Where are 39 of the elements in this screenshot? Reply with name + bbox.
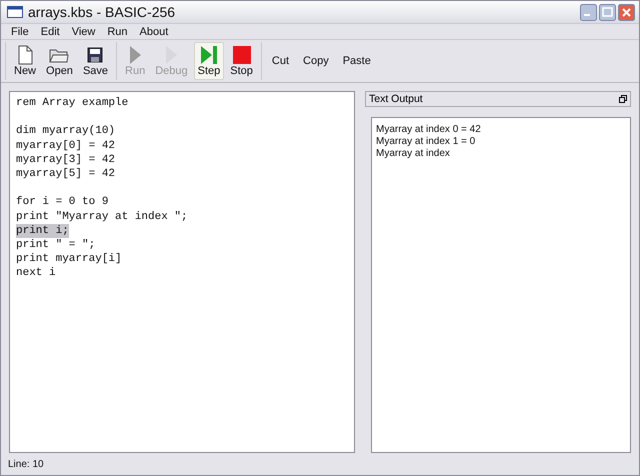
code-line: rem Array example [16, 96, 128, 110]
code-line: myarray[0] = 42 [16, 138, 116, 153]
stop-icon [232, 45, 251, 65]
code-line: dim myarray(10) [16, 124, 116, 139]
minimize-icon[interactable] [580, 4, 597, 20]
menu-item[interactable]: File [5, 26, 35, 38]
toolbar-button[interactable]: Stop [226, 42, 257, 80]
toolbar-button[interactable]: Open [42, 42, 77, 80]
toolbar-button[interactable]: Step [194, 42, 224, 80]
text-button[interactable]: Paste [336, 42, 377, 80]
output-line: Myarray at index 0 = 42 [376, 124, 481, 135]
code-line: print " = "; [16, 238, 96, 252]
play-icon [128, 45, 142, 65]
menu-item[interactable]: About [134, 26, 174, 38]
code-line: for i = 0 to 9 [16, 195, 108, 210]
panel-title: Text Output [369, 93, 423, 105]
toolbar-button[interactable]: Save [78, 42, 112, 80]
page-icon [17, 45, 33, 65]
code-line: myarray[3] = 42 [16, 152, 116, 167]
text-button[interactable]: Cut [266, 42, 296, 80]
toolbar-button[interactable]: New [10, 42, 40, 80]
text-button[interactable]: Copy [297, 42, 335, 80]
close-icon[interactable] [618, 4, 635, 20]
code-line: print "Myarray at index "; [16, 210, 188, 224]
maximize-icon[interactable] [599, 4, 616, 20]
menu-item[interactable]: Run [101, 26, 134, 38]
output-line: Myarray at index [376, 148, 450, 159]
window-icon [7, 6, 23, 18]
output-line: Myarray at index 1 = 0 [376, 136, 476, 147]
menu-item[interactable]: View [66, 26, 102, 38]
step-icon [200, 45, 218, 65]
window-title: arrays.kbs - BASIC-256 [28, 4, 176, 20]
code-line: myarray[5] = 42 [16, 167, 116, 182]
menu-item[interactable]: Edit [34, 26, 66, 38]
code-line: print myarray[i] [16, 252, 122, 266]
float-icon[interactable] [619, 95, 627, 103]
status-text: Line: 10 [8, 458, 44, 470]
folder-icon [49, 47, 70, 63]
code-line: next i [16, 266, 56, 281]
